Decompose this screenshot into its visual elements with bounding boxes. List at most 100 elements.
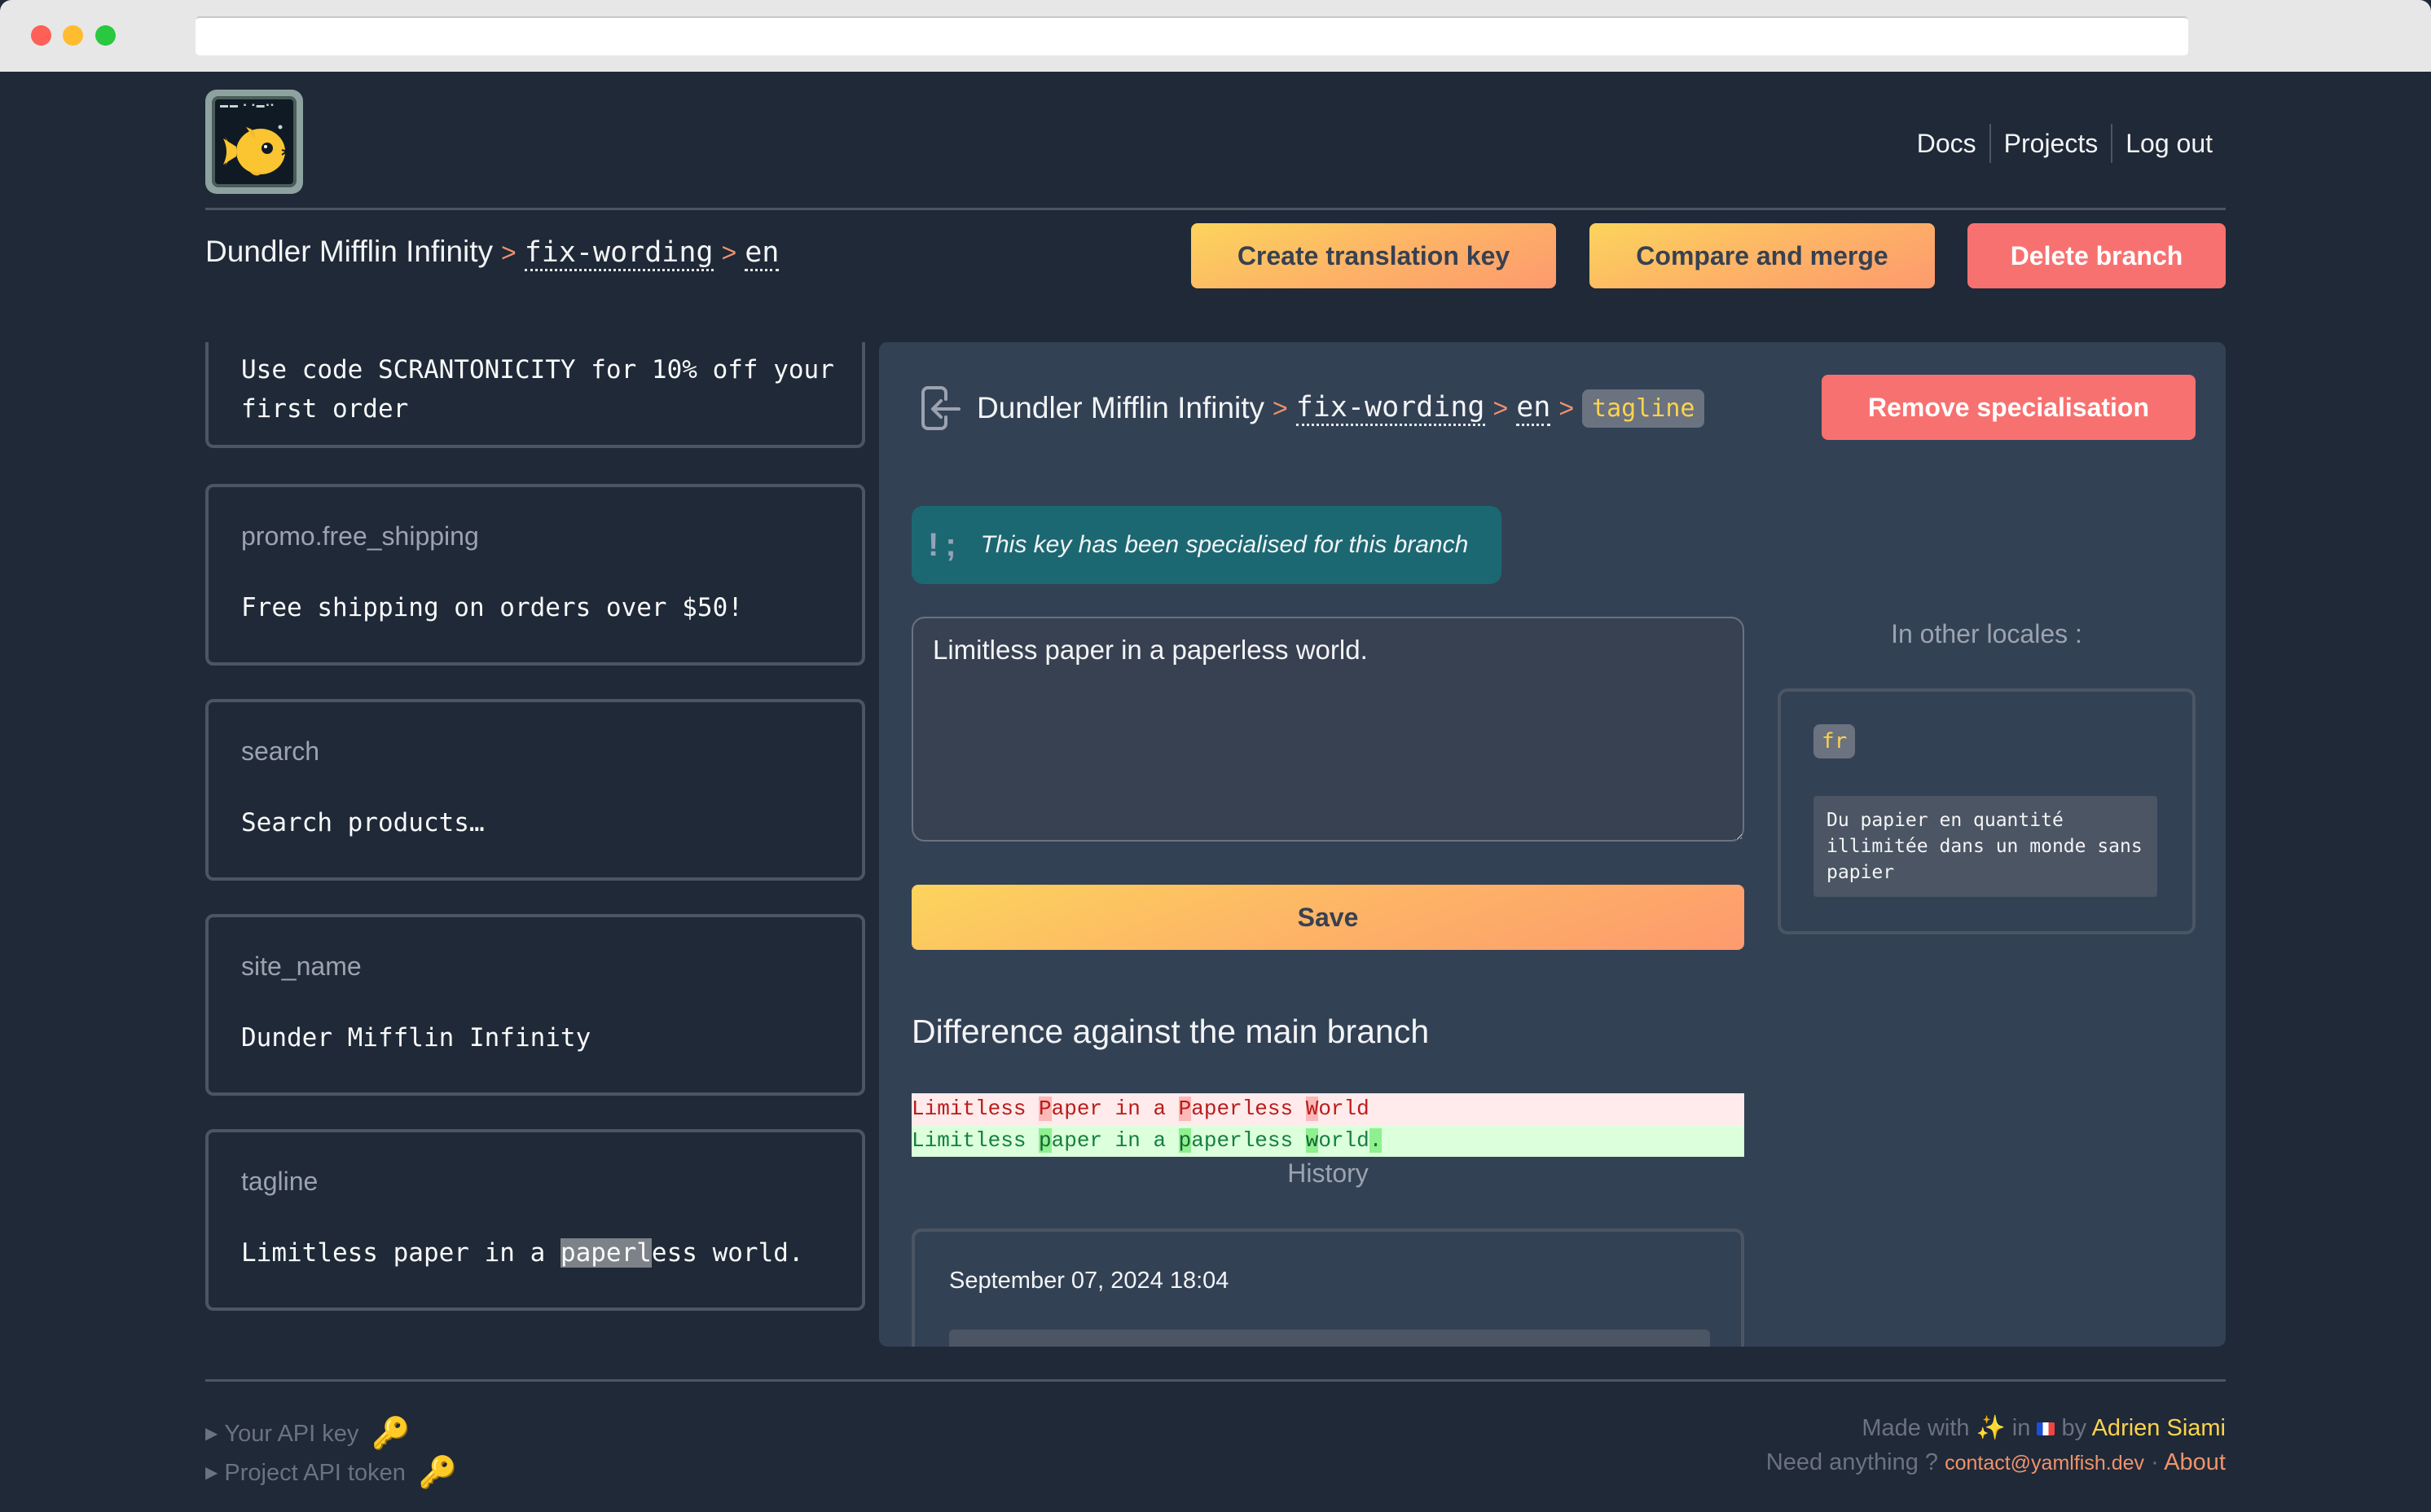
france-flag-icon [2037, 1422, 2055, 1436]
history-title: History [1287, 1158, 1369, 1188]
diff-text: aperless [1191, 1097, 1306, 1121]
breadcrumb-project[interactable]: Dundler Mifflin Infinity [205, 235, 493, 269]
history-date: September 07, 2024 18:04 [949, 1268, 1229, 1294]
window-maximize-button[interactable] [95, 25, 116, 46]
back-enter-icon[interactable] [920, 385, 961, 432]
key-card[interactable]: Use code SCRANTONICITY for 10% off your … [205, 342, 865, 448]
sparkles-icon: ✨ [1976, 1415, 2006, 1441]
key-name: promo.free_shipping [241, 521, 479, 551]
breadcrumb-separator: > [1492, 393, 1509, 423]
diff-text: aper in a [1051, 1128, 1179, 1153]
address-bar[interactable] [196, 16, 2188, 55]
contact-email-link[interactable]: contact@yamlfish.dev [1945, 1452, 2144, 1475]
diff-text: aperless [1191, 1128, 1306, 1153]
window-close-button[interactable] [31, 25, 51, 46]
translation-key-list[interactable]: Use code SCRANTONICITY for 10% off your … [205, 342, 865, 1362]
diff-text: aper in a [1051, 1097, 1179, 1121]
logo-screen: ▬▬ ▪ ▪▬▪▪ [212, 96, 297, 187]
breadcrumb: Dundler Mifflin Infinity > fix-wording >… [205, 235, 780, 271]
made-with-line: Made with ✨ in by Adrien Siami [1766, 1411, 2226, 1445]
key-name: site_name [241, 952, 362, 981]
remove-specialisation-button[interactable]: Remove specialisation [1822, 375, 2196, 440]
key-badge: tagline [1582, 389, 1705, 428]
diff-change: w [1305, 1128, 1319, 1153]
diff-removed-line: Limitless Paper in a Paperless World [912, 1093, 1744, 1125]
panel-breadcrumb-project[interactable]: Dundler Mifflin Infinity [977, 391, 1264, 425]
browser-chrome [0, 0, 2431, 72]
key-icon: 🔑 [371, 1417, 411, 1451]
key-value-after: ess world. [651, 1238, 804, 1268]
breadcrumb-branch[interactable]: fix-wording [524, 236, 714, 271]
create-translation-key-button[interactable]: Create translation key [1191, 223, 1556, 288]
fish-icon [223, 125, 289, 176]
diff-change: p [1178, 1128, 1192, 1153]
nav-projects[interactable]: Projects [1989, 124, 2112, 163]
key-value: Free shipping on orders over $50! [241, 593, 743, 622]
footer-left: ▶ Your API key 🔑 ▶ Project API token 🔑 [205, 1414, 457, 1492]
breadcrumb-locale[interactable]: en [745, 236, 780, 271]
key-card[interactable]: promo.free_shipping Free shipping on ord… [205, 484, 865, 666]
author-link[interactable]: Adrien Siami [2092, 1415, 2226, 1441]
disclosure-triangle-icon: ▶ [205, 1464, 218, 1482]
history-entry: September 07, 2024 18:04 [912, 1228, 1744, 1347]
nav-docs[interactable]: Docs [1904, 124, 1989, 163]
key-name: tagline [241, 1167, 319, 1196]
translation-value-input[interactable]: Limitless paper in a paperless world. [912, 617, 1744, 842]
breadcrumb-separator: > [501, 238, 517, 267]
made-with-text: Made with [1862, 1415, 1970, 1441]
locale-badge: fr [1813, 724, 1856, 758]
delete-branch-button[interactable]: Delete branch [1967, 223, 2226, 288]
key-value: Limitless paper in a paperless world. [241, 1233, 837, 1272]
footer-dot: · [2151, 1449, 2159, 1475]
diff-added-line: Limitless paper in a paperless world. [912, 1125, 1744, 1157]
key-card[interactable]: site_name Dunder Mifflin Infinity [205, 914, 865, 1096]
diff-text: Limitless [912, 1097, 1040, 1121]
diff-change: . [1369, 1128, 1383, 1153]
about-link[interactable]: About [2164, 1449, 2226, 1475]
key-value: Use code SCRANTONICITY for 10% off your … [241, 355, 834, 424]
breadcrumb-separator: > [721, 238, 737, 267]
diff-change: W [1305, 1097, 1319, 1121]
key-card[interactable]: search Search products… [205, 699, 865, 881]
breadcrumb-separator: > [1273, 393, 1288, 423]
specialised-notice: !; This key has been specialised for thi… [912, 506, 1501, 584]
panel-breadcrumb-locale[interactable]: en [1516, 391, 1551, 426]
key-editor-panel: Dundler Mifflin Infinity > fix-wording >… [879, 342, 2226, 1347]
app-logo[interactable]: ▬▬ ▪ ▪▬▪▪ [205, 90, 303, 194]
key-card-selected[interactable]: tagline Limitless paper in a paperless w… [205, 1129, 865, 1311]
other-locale-card[interactable]: fr Du papier en quantité illimitée dans … [1778, 688, 2196, 934]
diff-text: orld [1318, 1097, 1369, 1121]
contact-line: Need anything ? contact@yamlfish.dev · A… [1766, 1445, 2226, 1480]
api-key-label: Your API key [224, 1421, 359, 1447]
window-minimize-button[interactable] [63, 25, 83, 46]
logo-dots: ▬▬ ▪ ▪▬▪▪ [220, 101, 275, 110]
diff-title: Difference against the main branch [912, 1013, 1430, 1050]
key-value: Dunder Mifflin Infinity [241, 1023, 591, 1053]
footer-right: Made with ✨ in by Adrien Siami Need anyt… [1766, 1411, 2226, 1480]
key-value: Search products… [241, 808, 485, 837]
need-anything-text: Need anything ? [1765, 1449, 1939, 1475]
top-nav: Docs Projects Log out [1904, 122, 2226, 165]
key-value-before: Limitless paper in a [241, 1238, 560, 1268]
search-highlight: paperl [560, 1238, 652, 1268]
compare-and-merge-button[interactable]: Compare and merge [1589, 223, 1935, 288]
diff-view: Limitless Paper in a Paperless World Lim… [912, 1093, 1744, 1157]
nav-log-out[interactable]: Log out [2111, 124, 2226, 163]
diff-change: P [1178, 1097, 1192, 1121]
locale-value: Du papier en quantité illimitée dans un … [1813, 796, 2157, 897]
project-token-label: Project API token [224, 1460, 406, 1486]
other-locales-title: In other locales : [1891, 619, 2082, 648]
diff-change: P [1039, 1097, 1052, 1121]
panel-breadcrumb-branch[interactable]: fix-wording [1295, 391, 1485, 426]
key-name: search [241, 736, 320, 766]
breadcrumb-separator: > [1558, 393, 1575, 423]
diff-text: orld [1318, 1128, 1369, 1153]
header-divider [205, 208, 2226, 210]
key-icon: 🔑 [418, 1456, 458, 1490]
history-value [949, 1330, 1710, 1347]
disclosure-triangle-icon: ▶ [205, 1425, 218, 1443]
project-token-disclosure[interactable]: ▶ Project API token 🔑 [205, 1453, 457, 1492]
made-with-by: by [2061, 1415, 2087, 1441]
api-key-disclosure[interactable]: ▶ Your API key 🔑 [205, 1414, 457, 1453]
save-button[interactable]: Save [912, 885, 1744, 950]
